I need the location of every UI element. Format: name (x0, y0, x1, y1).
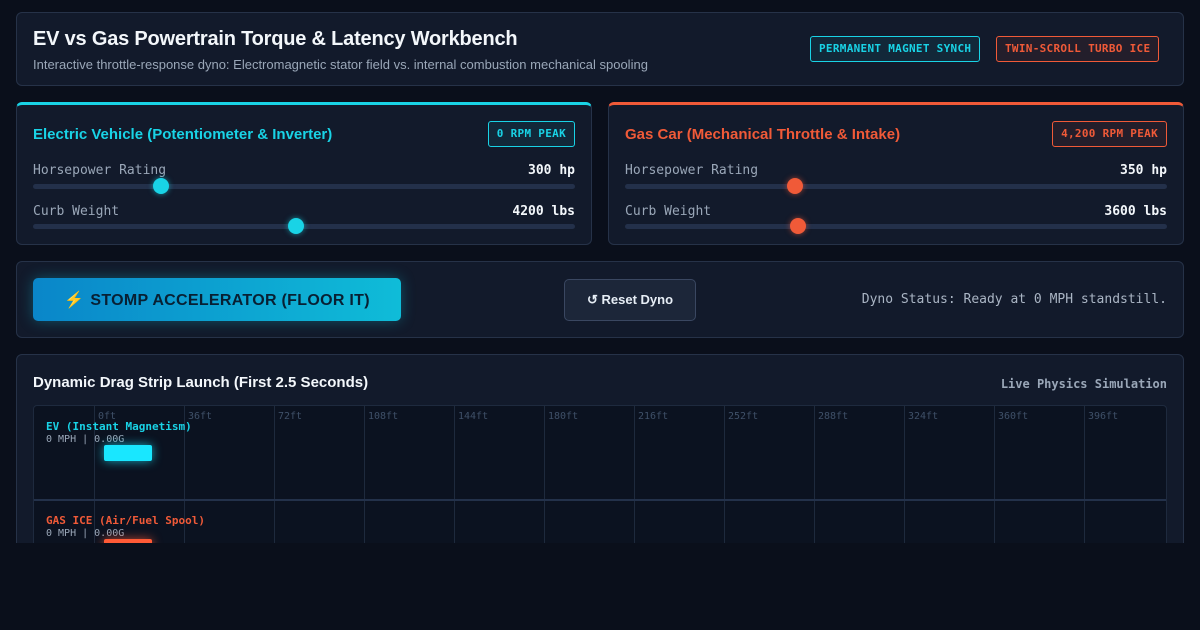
gas-lane-name: GAS ICE (Air/Fuel Spool) (46, 514, 205, 527)
ev-horsepower-slider-thumb[interactable] (153, 178, 170, 194)
distance-tick-label: 252ft (728, 411, 759, 422)
gas-horsepower-value: 350 hp (1120, 163, 1167, 178)
page-title: EV vs Gas Powertrain Torque & Latency Wo… (33, 28, 518, 50)
ev-weight-value: 4200 lbs (512, 204, 575, 219)
gas-horsepower-slider[interactable] (625, 178, 1167, 194)
ev-weight-label: Curb Weight (33, 204, 120, 219)
ev-panel-title: Electric Vehicle (Potentiometer & Invert… (33, 126, 333, 143)
distance-tick-label: 360ft (998, 411, 1029, 422)
gas-weight-value: 3600 lbs (1104, 204, 1167, 219)
stomp-accelerator-button[interactable]: ⚡ STOMP ACCELERATOR (FLOOR IT) (33, 278, 401, 321)
drag-strip-title: Dynamic Drag Strip Launch (First 2.5 Sec… (33, 374, 369, 391)
ev-lane-name: EV (Instant Magnetism) (46, 420, 192, 433)
dyno-status-text: Dyno Status: Ready at 0 MPH standstill. (861, 292, 1167, 307)
gas-peak-badge: 4,200 RPM PEAK (1052, 121, 1167, 147)
ev-horsepower-value: 300 hp (528, 163, 575, 178)
distance-tick-label: 144ft (458, 411, 489, 422)
distance-tick-label: 180ft (548, 411, 579, 422)
ev-weight-slider-thumb[interactable] (287, 218, 304, 234)
gas-weight-slider[interactable] (625, 218, 1167, 234)
ev-motor-badge: PERMANENT MAGNET SYNCH (810, 36, 981, 62)
lane-divider (34, 499, 1166, 501)
gas-horsepower-label: Horsepower Rating (625, 163, 759, 178)
gas-engine-badge: TWIN-SCROLL TURBO ICE (996, 36, 1160, 62)
lightning-bolt-icon: ⚡ (64, 291, 85, 309)
gas-weight-label: Curb Weight (625, 204, 712, 219)
controls-bar: ⚡ STOMP ACCELERATOR (FLOOR IT) ↺ Reset Dy… (16, 261, 1184, 338)
distance-tick-label: 324ft (908, 411, 939, 422)
ev-lane-readout: 0 MPH | 0.00G (46, 434, 125, 445)
ev-horsepower-slider[interactable] (33, 178, 575, 194)
ev-car-marker (104, 445, 152, 461)
live-simulation-label: Live Physics Simulation (1000, 377, 1167, 391)
ev-horsepower-label: Horsepower Rating (33, 163, 167, 178)
ev-config-panel: Electric Vehicle (Potentiometer & Invert… (16, 102, 592, 245)
ev-weight-slider[interactable] (33, 218, 575, 234)
distance-tick-label: 396ft (1088, 411, 1119, 422)
distance-tick-label: 288ft (818, 411, 849, 422)
gas-horsepower-slider-thumb[interactable] (787, 178, 804, 194)
ev-peak-badge: 0 RPM PEAK (487, 121, 575, 147)
gas-panel-title: Gas Car (Mechanical Throttle & Intake) (625, 126, 901, 143)
page-subtitle: Interactive throttle-response dyno: Elec… (33, 57, 648, 72)
gas-lane-readout: 0 MPH | 0.00G (46, 528, 125, 539)
stomp-accelerator-label: STOMP ACCELERATOR (FLOOR IT) (90, 291, 370, 309)
distance-tick-label: 216ft (638, 411, 669, 422)
page-bottom-band (0, 543, 1200, 630)
header-card: EV vs Gas Powertrain Torque & Latency Wo… (16, 12, 1184, 86)
gas-config-panel: Gas Car (Mechanical Throttle & Intake) 4… (608, 102, 1184, 245)
gas-weight-slider-thumb[interactable] (789, 218, 806, 234)
reset-dyno-button[interactable]: ↺ Reset Dyno (564, 279, 696, 321)
distance-tick-label: 72ft (278, 411, 303, 422)
distance-tick-label: 108ft (368, 411, 399, 422)
